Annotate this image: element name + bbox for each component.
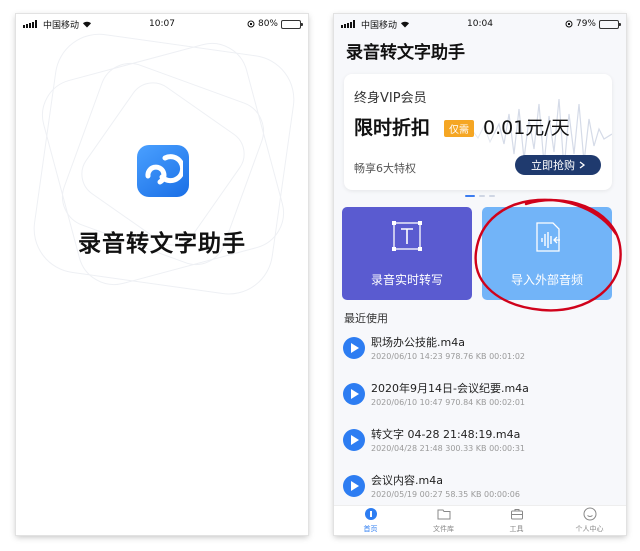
play-button[interactable] (343, 429, 365, 451)
tab-profile[interactable]: 个人中心 (553, 506, 626, 535)
list-item[interactable]: 2020年9月14日-会议纪要.m4a 2020/06/10 10:47 970.… (334, 372, 626, 418)
list-item[interactable]: 转文字 04-28 21:48:19.m4a 2020/04/28 21:48 3… (334, 418, 626, 464)
carousel-indicator (334, 195, 626, 197)
play-button[interactable] (343, 475, 365, 497)
splash-screen: 中国移动 10:07 80% 录音转文字助手 (16, 14, 308, 535)
import-audio-button[interactable]: 导入外部音频 (482, 207, 612, 300)
carousel-dot[interactable] (465, 195, 475, 197)
file-meta: 2020/06/10 14:23 978.76 KB 00:01:02 (371, 352, 525, 361)
status-bar: 中国移动 10:04 79% (334, 14, 626, 34)
price-text: 0.01元/天 (483, 117, 570, 139)
import-audio-label: 导入外部音频 (510, 273, 583, 287)
splash-app-title: 录音转文字助手 (78, 231, 246, 257)
carrier: 中国移动 (341, 18, 410, 31)
play-icon (351, 481, 359, 491)
tab-label: 文件库 (433, 525, 454, 533)
folder-icon (437, 507, 451, 523)
profile-icon (583, 507, 597, 523)
page-title: 录音转文字助手 (346, 43, 465, 63)
buy-now-button[interactable]: 立即抢购 (515, 155, 601, 175)
play-icon (351, 343, 359, 353)
chevron-right-icon (579, 161, 585, 169)
wifi-icon (401, 21, 410, 28)
app-logo-icon (137, 145, 189, 197)
tab-toolbox[interactable]: 工具 (480, 506, 553, 535)
home-icon (364, 507, 378, 523)
file-meta: 2020/04/28 21:48 300.33 KB 00:00:31 (371, 444, 525, 453)
file-name: 转文字 04-28 21:48:19.m4a (371, 428, 521, 441)
buy-now-label: 立即抢购 (531, 159, 575, 172)
splash-background-pattern (33, 33, 295, 295)
play-button[interactable] (343, 337, 365, 359)
battery-percent: 79% (575, 19, 596, 29)
promo-text: 限时折扣 (354, 117, 431, 139)
file-meta: 2020/05/19 00:27 58.35 KB 00:00:06 (371, 490, 520, 499)
play-button[interactable] (343, 383, 365, 405)
carousel-dot[interactable] (489, 195, 495, 197)
list-item[interactable]: 职场办公技能.m4a 2020/06/10 14:23 978.76 KB 00:… (334, 326, 626, 372)
play-icon (351, 435, 359, 445)
signal-icon (341, 20, 355, 28)
audio-import-icon (536, 222, 560, 252)
file-name: 2020年9月14日-会议纪要.m4a (371, 382, 529, 395)
vip-title: 终身VIP会员 (354, 91, 427, 106)
record-transcribe-label: 录音实时转写 (370, 273, 443, 287)
vip-banner[interactable]: 终身VIP会员 限时折扣 仅需 0.01元/天 畅享6大特权 立即抢购 (344, 74, 612, 190)
recent-section-title: 最近使用 (344, 312, 388, 325)
bottom-tab-bar: 首页 文件库 工具 个人中心 (334, 505, 626, 535)
tab-folder[interactable]: 文件库 (407, 506, 480, 535)
play-icon (351, 389, 359, 399)
file-meta: 2020/06/10 10:47 970.84 KB 00:02:01 (371, 398, 525, 407)
tab-label: 工具 (509, 525, 524, 533)
perks-text: 畅享6大特权 (354, 162, 416, 175)
recent-file-list: 职场办公技能.m4a 2020/06/10 14:23 978.76 KB 00:… (334, 326, 626, 510)
home-screen: 中国移动 10:04 79% 录音转文字助手 终身VIP会员 限时折扣 仅需 0… (334, 14, 626, 535)
battery-icon (599, 19, 621, 29)
orientation-lock-icon (565, 20, 573, 28)
text-transcribe-icon (392, 221, 422, 251)
record-transcribe-button[interactable]: 录音实时转写 (342, 207, 472, 300)
toolbox-icon (510, 507, 524, 523)
tab-home[interactable]: 首页 (334, 506, 407, 535)
carrier-name: 中国移动 (361, 20, 398, 31)
tab-label: 个人中心 (575, 525, 604, 533)
file-name: 职场办公技能.m4a (371, 336, 465, 349)
list-item[interactable]: 会议内容.m4a 2020/05/19 00:27 58.35 KB 00:00:… (334, 464, 626, 510)
carousel-dot[interactable] (479, 195, 485, 197)
only-badge: 仅需 (444, 120, 474, 137)
tab-label: 首页 (363, 525, 378, 533)
file-name: 会议内容.m4a (371, 474, 443, 487)
